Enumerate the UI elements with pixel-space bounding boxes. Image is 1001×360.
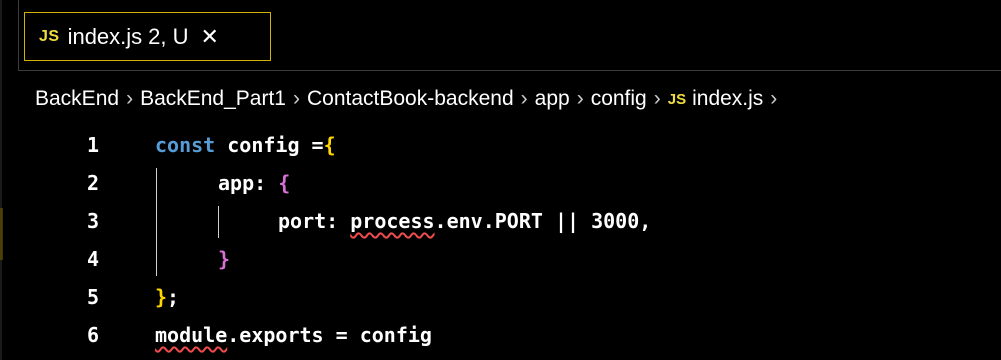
chevron-right-icon: › (520, 87, 528, 110)
code-text: const config ={ (155, 133, 336, 157)
line-number: 2 (86, 171, 100, 195)
code-line-3: 3 port: process.env.PORT || 3000, (0, 202, 1001, 240)
javascript-file-icon: JS (39, 27, 60, 45)
breadcrumb-item-config[interactable]: config (591, 87, 647, 111)
chevron-right-icon: › (770, 87, 778, 110)
code-line-6: 6 module.exports = config (0, 316, 1001, 354)
code-line-4: 4 } (0, 240, 1001, 278)
code-token: port: (278, 209, 351, 233)
close-brace: } (155, 285, 168, 309)
chevron-right-icon: › (293, 87, 300, 110)
code-line-5: 5 }; (0, 278, 1001, 316)
close-icon[interactable]: ✕ (201, 24, 219, 50)
code-text: } (218, 247, 230, 271)
close-brace: } (218, 247, 231, 271)
javascript-file-icon: JS (667, 90, 687, 108)
error-token-module[interactable]: module (155, 323, 227, 347)
breadcrumb-item-file[interactable]: index.js (692, 87, 763, 111)
line-number: 6 (86, 323, 100, 347)
chevron-right-icon: › (653, 87, 661, 110)
chevron-right-icon: › (576, 87, 584, 110)
tab-index-js[interactable]: JS index.js 2, U ✕ (24, 12, 271, 61)
code-text: app: { (218, 171, 290, 195)
breadcrumb-item-app[interactable]: app (535, 87, 570, 111)
line-number: 4 (86, 247, 100, 271)
open-brace: { (278, 171, 291, 195)
code-line-2: 2 app: { (0, 164, 1001, 202)
line-number: 5 (86, 285, 100, 309)
code-token: ; (167, 285, 180, 309)
tab-filename: index.js (67, 23, 143, 49)
breadcrumb-item-backend-part1[interactable]: BackEnd_Part1 (140, 87, 286, 111)
breadcrumb-item-contactbook-backend[interactable]: ContactBook-backend (307, 87, 514, 111)
line-number: 3 (86, 209, 100, 233)
code-token: config = (215, 133, 324, 157)
code-editor[interactable]: 1 const config ={ 2 app: { 3 port: proce… (0, 126, 1001, 360)
line-number: 1 (86, 133, 100, 157)
breadcrumb: BackEnd › BackEnd_Part1 › ContactBook-ba… (35, 82, 784, 116)
open-brace: { (323, 133, 336, 157)
tab-status-badge: 2, U (148, 23, 189, 49)
breadcrumb-item-backend[interactable]: BackEnd (35, 87, 119, 111)
code-text: port: process.env.PORT || 3000, (278, 209, 651, 233)
keyword-const: const (155, 133, 216, 157)
chevron-right-icon: › (126, 87, 134, 110)
code-token: app: (218, 171, 279, 195)
code-text: module.exports = config (155, 323, 432, 347)
code-text: }; (155, 285, 179, 309)
error-token-process[interactable]: process (350, 209, 434, 233)
tab-bar-divider (18, 0, 19, 70)
code-token: .exports = config (227, 323, 432, 347)
code-line-1: 1 const config ={ (0, 126, 1001, 164)
code-token: .env.PORT || 3000, (434, 209, 652, 233)
